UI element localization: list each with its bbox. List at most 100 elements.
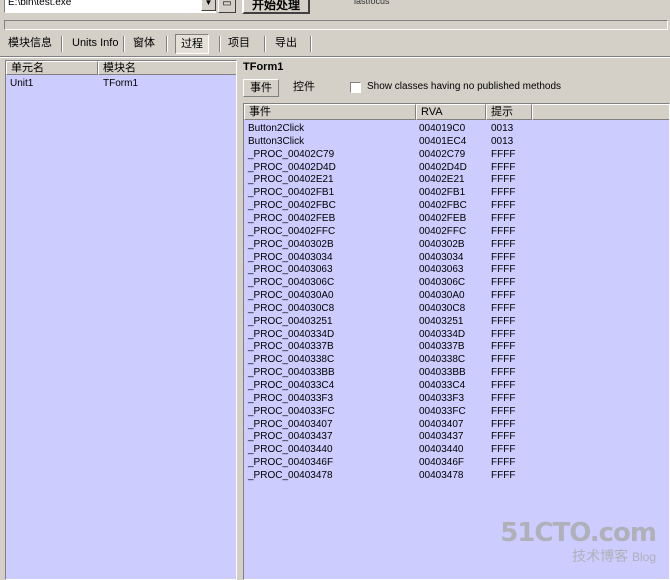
procedure-name: _PROC_00403407 — [248, 418, 333, 430]
table-row[interactable]: _PROC_0040306C 0040306C FFFF — [244, 276, 669, 289]
units-list-header: 单元名 模块名 — [6, 61, 236, 75]
procedure-rva: 0040338C — [419, 354, 466, 366]
top-toolbar: E:\bin\test.exe ▼ ▭ 开始处理 lastfocus — [0, 0, 670, 18]
tab-divider — [219, 36, 221, 52]
table-row[interactable]: _PROC_00403063 00403063 FFFF — [244, 263, 669, 276]
tab-divider — [310, 36, 312, 52]
procedure-hint: FFFF — [491, 302, 516, 314]
procedure-rva: 0040302B — [419, 238, 465, 250]
show-classes-label: Show classes having no published methods — [367, 81, 562, 92]
procedure-rva: 00403063 — [419, 264, 464, 276]
procedure-rva: 004033F3 — [419, 392, 465, 404]
progress-bar — [4, 20, 668, 30]
procedure-name: _PROC_004030C8 — [248, 302, 335, 314]
procedure-name: _PROC_0040302B — [248, 238, 334, 250]
units-list[interactable]: 单元名 模块名 Unit1 TForm1 — [5, 60, 237, 580]
table-row[interactable]: _PROC_00403251 00403251 FFFF — [244, 315, 669, 328]
procedures-grid-header: 事件 RVA 提示 — [244, 104, 669, 120]
table-row[interactable]: _PROC_00403437 00403437 FFFF — [244, 430, 669, 443]
table-row[interactable]: _PROC_00402D4D 00402D4D FFFF — [244, 161, 669, 174]
procedure-name: Button2Click — [248, 123, 305, 134]
procedure-hint: FFFF — [491, 161, 516, 173]
table-row[interactable]: _PROC_0040302B 0040302B FFFF — [244, 238, 669, 251]
table-row[interactable]: _PROC_00402FBC 00402FBC FFFF — [244, 199, 669, 212]
show-classes-checkbox[interactable] — [350, 82, 361, 93]
procedure-name: _PROC_004033C4 — [248, 380, 335, 391]
table-row[interactable]: _PROC_00402FFC 00402FFC FFFF — [244, 225, 669, 238]
procedure-rva: 00403251 — [419, 315, 464, 327]
table-row[interactable]: _PROC_004030A0 004030A0 FFFF — [244, 289, 669, 302]
procedure-name: _PROC_004033FC — [248, 405, 335, 417]
column-header-hint[interactable]: 提示 — [486, 104, 532, 120]
table-row[interactable]: _PROC_004030C8 004030C8 FFFF — [244, 302, 669, 315]
tab-forms[interactable]: 窗体 — [128, 34, 160, 54]
procedure-rva: 00401EC4 — [419, 135, 467, 147]
table-row[interactable]: _PROC_004033BB 004033BB FFFF — [244, 366, 669, 379]
procedure-hint: FFFF — [491, 277, 516, 289]
table-row[interactable]: _PROC_00402FB1 00402FB1 FFFF — [244, 186, 669, 199]
procedure-hint: FFFF — [491, 148, 516, 160]
subtab-controls[interactable]: 控件 — [287, 79, 321, 97]
procedure-hint: FFFF — [491, 380, 516, 391]
table-row[interactable]: _PROC_004033C4 004033C4 FFFF — [244, 379, 669, 392]
procedure-rva: 004030C8 — [419, 302, 466, 314]
procedure-rva: 004030A0 — [419, 290, 465, 302]
procedure-rva: 0040346F — [419, 457, 465, 469]
table-row[interactable]: _PROC_0040346F 0040346F FFFF — [244, 456, 669, 469]
procedure-rva: 0040306C — [419, 277, 466, 289]
start-process-button[interactable]: 开始处理 — [242, 0, 310, 14]
column-header-unit-name[interactable]: 单元名 — [6, 61, 98, 75]
procedure-hint: FFFF — [491, 367, 516, 379]
subtab-events[interactable]: 事件 — [243, 79, 279, 97]
table-row[interactable]: Button3Click 00401EC4 0013 — [244, 135, 669, 148]
tab-divider — [123, 36, 125, 52]
procedure-hint: FFFF — [491, 328, 516, 340]
file-path-text: E:\bin\test.exe — [8, 0, 72, 8]
chevron-down-icon[interactable]: ▼ — [201, 0, 216, 11]
table-row[interactable]: _PROC_004033F3 004033F3 FFFF — [244, 392, 669, 405]
procedures-grid[interactable]: 事件 RVA 提示 Button2Click 004019C0 0013 Button… — [243, 103, 670, 580]
module-name: TForm1 — [103, 78, 138, 89]
watermark-sub: 技术博客 Blog — [500, 547, 656, 566]
tab-divider — [264, 36, 266, 52]
procedure-rva: 00403407 — [419, 418, 464, 430]
procedure-hint: FFFF — [491, 251, 516, 263]
tab-project[interactable]: 项目 — [223, 34, 255, 54]
procedure-name: _PROC_00402FB1 — [248, 187, 335, 199]
table-row[interactable]: _PROC_0040338C 0040338C FFFF — [244, 353, 669, 366]
file-path-combo[interactable]: E:\bin\test.exe — [4, 0, 216, 13]
procedure-name: _PROC_00402C79 — [248, 148, 335, 160]
tab-divider — [166, 36, 168, 52]
list-item[interactable]: Unit1 TForm1 — [6, 77, 236, 90]
procedure-name: _PROC_0040337B — [248, 341, 334, 353]
tab-export[interactable]: 导出 — [270, 34, 302, 54]
procedure-hint: FFFF — [491, 238, 516, 250]
table-row[interactable]: Button2Click 004019C0 0013 — [244, 122, 669, 135]
table-row[interactable]: _PROC_00403407 00403407 FFFF — [244, 418, 669, 431]
tab-units-info[interactable]: Units Info — [67, 34, 123, 54]
procedure-rva: 00402FFC — [419, 225, 467, 237]
column-header-event[interactable]: 事件 — [244, 104, 416, 120]
column-header-module-name[interactable]: 模块名 — [98, 61, 236, 75]
procedure-rva: 00403437 — [419, 431, 464, 443]
procedure-rva: 00402D4D — [419, 161, 467, 173]
table-row[interactable]: _PROC_004033FC 004033FC FFFF — [244, 405, 669, 418]
tab-module-info[interactable]: 模块信息 — [3, 34, 57, 54]
table-row[interactable]: _PROC_0040337B 0040337B FFFF — [244, 340, 669, 353]
table-row[interactable]: _PROC_00402FEB 00402FEB FFFF — [244, 212, 669, 225]
procedure-name: _PROC_00403063 — [248, 264, 333, 276]
procedure-hint: FFFF — [491, 341, 516, 353]
table-row[interactable]: _PROC_00402C79 00402C79 FFFF — [244, 148, 669, 161]
table-row[interactable]: _PROC_00402E21 00402E21 FFFF — [244, 173, 669, 186]
procedure-hint: FFFF — [491, 200, 516, 212]
unit-name: Unit1 — [10, 78, 34, 89]
folder-open-icon[interactable]: ▭ — [218, 0, 236, 13]
tab-procedures[interactable]: 过程 — [175, 34, 209, 54]
column-header-rva[interactable]: RVA — [416, 104, 486, 120]
table-row[interactable]: _PROC_00403478 00403478 FFFF — [244, 469, 669, 482]
procedure-rva: 00402E21 — [419, 174, 465, 186]
table-row[interactable]: _PROC_00403440 00403440 FFFF — [244, 443, 669, 456]
procedure-rva: 004033FC — [419, 405, 466, 417]
table-row[interactable]: _PROC_0040334D 0040334D FFFF — [244, 328, 669, 341]
table-row[interactable]: _PROC_00403034 00403034 FFFF — [244, 251, 669, 264]
